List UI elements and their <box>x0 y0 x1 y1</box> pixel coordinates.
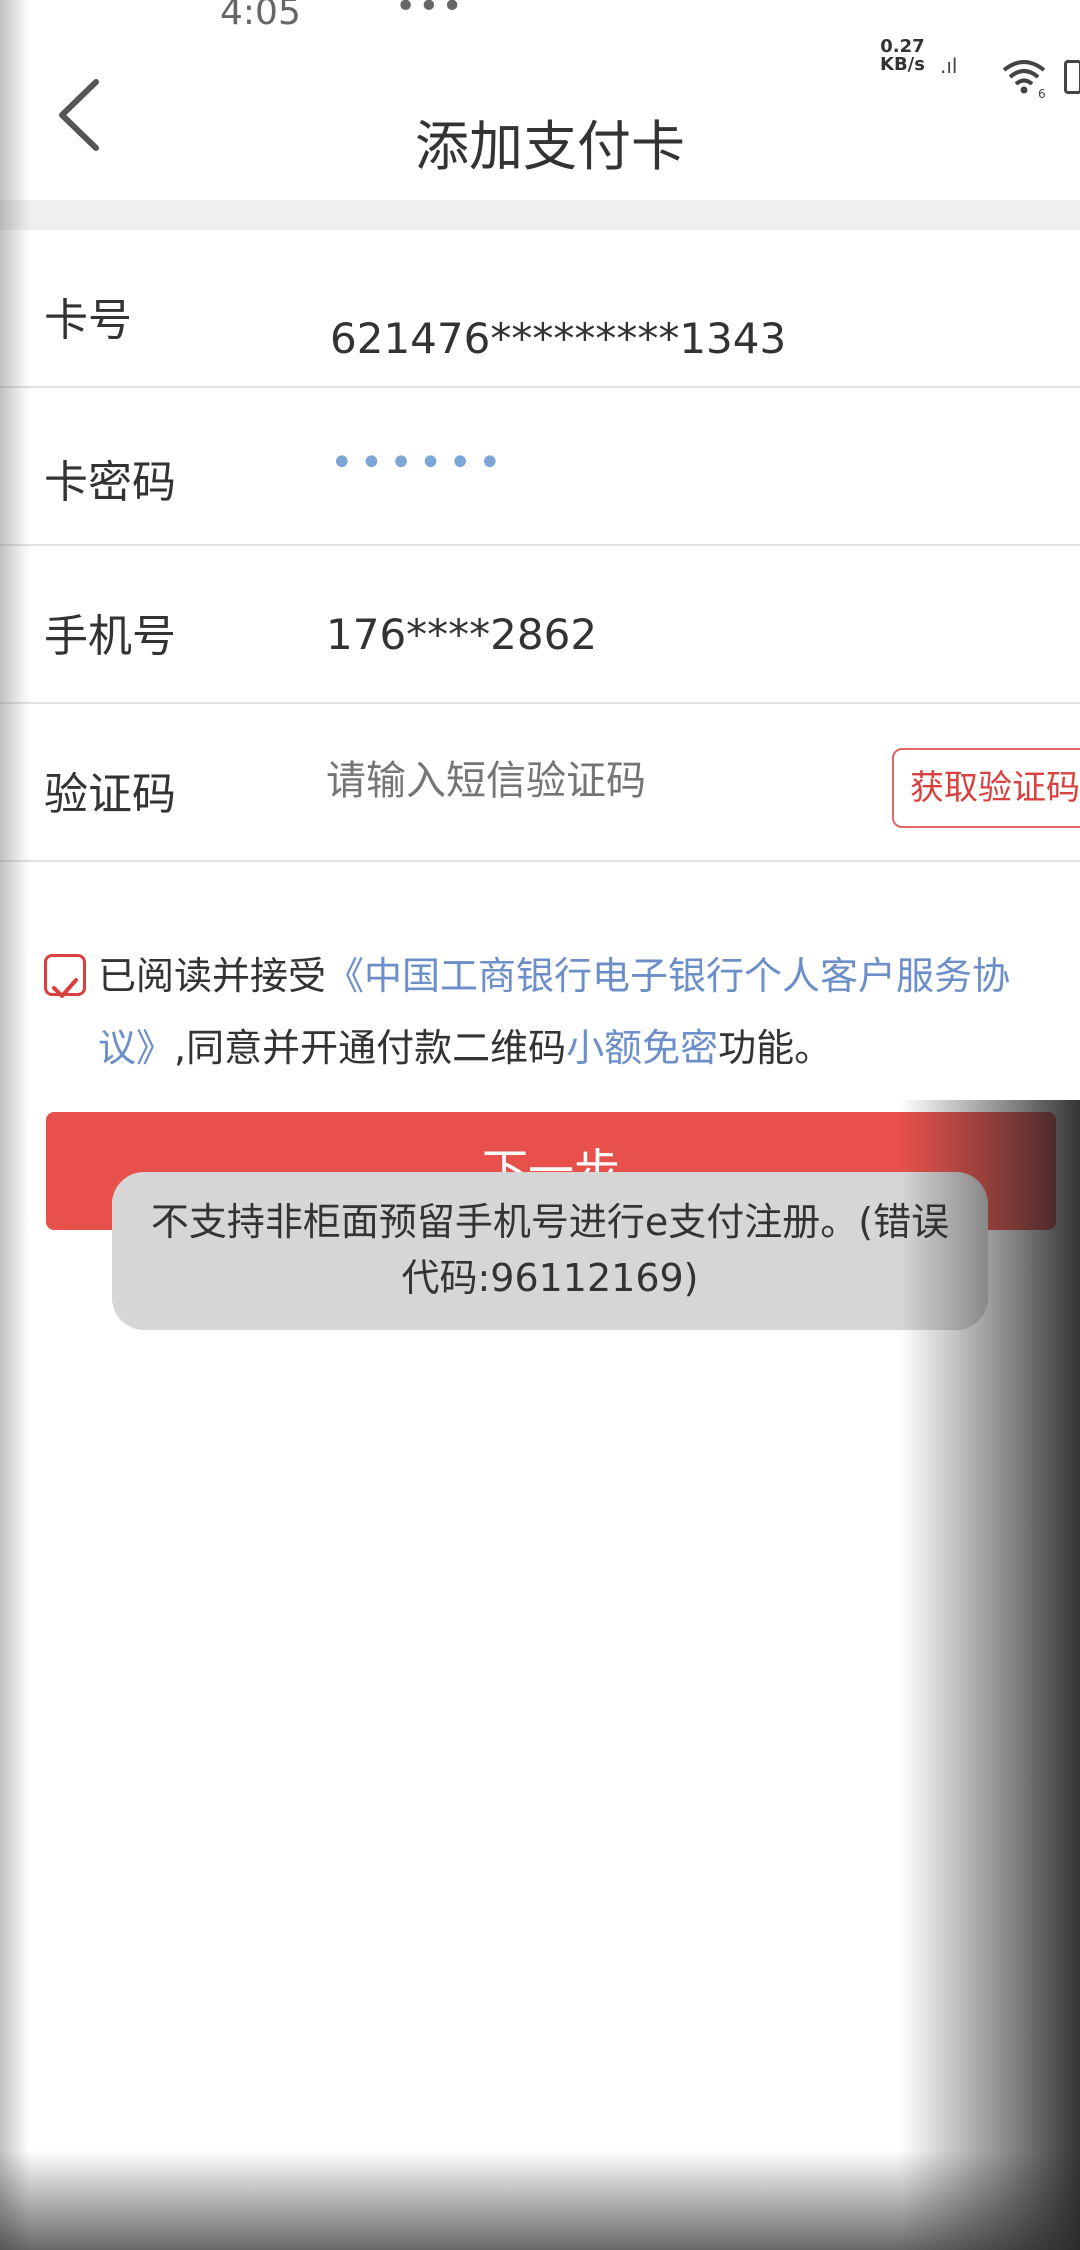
agreement-prefix: 已阅读并接受 <box>98 954 327 998</box>
small-amount-link[interactable]: 小额免密 <box>566 1026 718 1070</box>
header-divider <box>0 200 1080 230</box>
page-title: 添加支付卡 <box>415 115 685 178</box>
verification-code-input[interactable] <box>326 758 846 804</box>
screen-edge-shadow-right <box>900 1100 1080 2250</box>
error-toast: 不支持非柜面预留手机号进行e支付注册。(错误代码:96112169) <box>112 1172 988 1330</box>
agreement-text: 已阅读并接受《中国工商银行电子银行个人客户服务协议》,同意并开通付款二维码小额免… <box>98 940 1058 1084</box>
card-password-label: 卡密码 <box>44 457 176 508</box>
card-password-row[interactable]: 卡密码 •••••• <box>0 388 1080 546</box>
screen: 4:05 ••• 0.27 KB/s .ıl 6 添加支付卡 卡号 621476… <box>0 0 1080 2250</box>
status-bar: 4:05 ••• <box>0 0 1080 40</box>
card-number-value: 621476*********1343 <box>330 314 787 363</box>
card-number-row[interactable]: 卡号 621476*********1343 <box>0 230 1080 388</box>
screen-edge-shadow-left <box>0 0 30 2250</box>
screen-edge-shadow-bottom <box>0 2150 1080 2250</box>
header: 添加支付卡 <box>0 40 1080 200</box>
chevron-left-icon[interactable] <box>48 70 118 160</box>
card-password-field[interactable]: •••••• <box>330 440 508 486</box>
verification-label: 验证码 <box>44 769 176 820</box>
agreement-middle: ,同意并开通付款二维码 <box>174 1026 567 1070</box>
card-number-label: 卡号 <box>44 295 132 346</box>
agreement-suffix: 功能。 <box>718 1026 833 1070</box>
phone-label: 手机号 <box>44 611 176 662</box>
status-time: 4:05 <box>220 0 301 33</box>
check-icon <box>52 978 78 998</box>
get-code-button[interactable]: 获取验证码 <box>892 748 1080 828</box>
phone-value: 176****2862 <box>326 610 598 659</box>
phone-row[interactable]: 手机号 176****2862 <box>0 546 1080 704</box>
agreement-checkbox[interactable] <box>44 954 86 998</box>
notification-dots-icon: ••• <box>395 0 465 27</box>
verification-row: 验证码 获取验证码 <box>0 704 1080 862</box>
